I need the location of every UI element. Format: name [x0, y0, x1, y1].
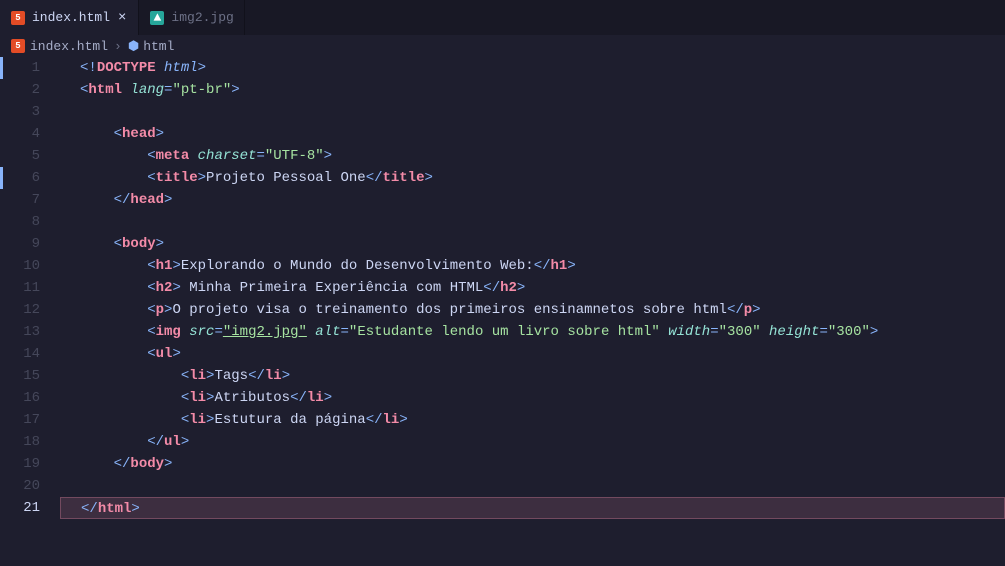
code-line[interactable]: <head> — [60, 123, 1005, 145]
code-line[interactable] — [60, 475, 1005, 497]
code-editor[interactable]: 123456789101112131415161718192021 <!DOCT… — [0, 57, 1005, 519]
code-line[interactable]: <h2> Minha Primeira Experiência com HTML… — [60, 277, 1005, 299]
line-number: 15 — [0, 365, 40, 387]
line-number: 1 — [0, 57, 40, 79]
tabs-bar: 5 index.html × ▲ img2.jpg — [0, 0, 1005, 35]
image-icon: ▲ — [149, 10, 165, 26]
line-number: 12 — [0, 299, 40, 321]
close-icon[interactable]: × — [116, 10, 128, 26]
code-line[interactable]: <meta charset="UTF-8"> — [60, 145, 1005, 167]
line-number: 9 — [0, 233, 40, 255]
code-line[interactable] — [60, 101, 1005, 123]
line-number: 16 — [0, 387, 40, 409]
code-line[interactable]: </html> — [60, 497, 1005, 519]
code-line[interactable]: </ul> — [60, 431, 1005, 453]
line-number: 14 — [0, 343, 40, 365]
line-number: 4 — [0, 123, 40, 145]
code-line[interactable] — [60, 211, 1005, 233]
code-line[interactable]: <li>Atributos</li> — [60, 387, 1005, 409]
tab-img2-jpg[interactable]: ▲ img2.jpg — [139, 0, 244, 35]
line-number: 19 — [0, 453, 40, 475]
line-number: 8 — [0, 211, 40, 233]
html5-icon: 5 — [10, 38, 26, 54]
code-line[interactable]: <body> — [60, 233, 1005, 255]
line-number: 21 — [0, 497, 40, 519]
code-line[interactable]: <ul> — [60, 343, 1005, 365]
html5-icon: 5 — [10, 10, 26, 26]
code-line[interactable]: </head> — [60, 189, 1005, 211]
tab-index-html[interactable]: 5 index.html × — [0, 0, 139, 35]
tab-label: index.html — [32, 10, 110, 25]
breadcrumb-file[interactable]: 5 index.html — [10, 38, 108, 54]
tab-label: img2.jpg — [171, 10, 233, 25]
line-number: 13 — [0, 321, 40, 343]
line-gutter: 123456789101112131415161718192021 — [0, 57, 60, 519]
line-number: 20 — [0, 475, 40, 497]
code-line[interactable]: <html lang="pt-br"> — [60, 79, 1005, 101]
line-number: 17 — [0, 409, 40, 431]
code-area[interactable]: <!DOCTYPE html><html lang="pt-br"> <head… — [60, 57, 1005, 519]
line-number: 6 — [0, 167, 40, 189]
code-line[interactable]: <li>Estutura da página</li> — [60, 409, 1005, 431]
code-line[interactable]: <!DOCTYPE html> — [60, 57, 1005, 79]
line-number: 2 — [0, 79, 40, 101]
code-line[interactable]: <img src="img2.jpg" alt="Estudante lendo… — [60, 321, 1005, 343]
line-number: 11 — [0, 277, 40, 299]
line-number: 18 — [0, 431, 40, 453]
code-line[interactable]: <title>Projeto Pessoal One</title> — [60, 167, 1005, 189]
code-line[interactable]: <li>Tags</li> — [60, 365, 1005, 387]
breadcrumb: 5 index.html › ⬢ html — [0, 35, 1005, 57]
code-line[interactable]: <h1>Explorando o Mundo do Desenvolviment… — [60, 255, 1005, 277]
line-number: 7 — [0, 189, 40, 211]
line-number: 5 — [0, 145, 40, 167]
gutter-marker — [0, 167, 3, 189]
chevron-right-icon: › — [114, 39, 122, 54]
code-line[interactable]: </body> — [60, 453, 1005, 475]
code-line[interactable]: <p>O projeto visa o treinamento dos prim… — [60, 299, 1005, 321]
cube-icon: ⬢ — [128, 39, 139, 54]
line-number: 3 — [0, 101, 40, 123]
gutter-marker — [0, 57, 3, 79]
line-number: 10 — [0, 255, 40, 277]
breadcrumb-element[interactable]: ⬢ html — [128, 39, 175, 54]
